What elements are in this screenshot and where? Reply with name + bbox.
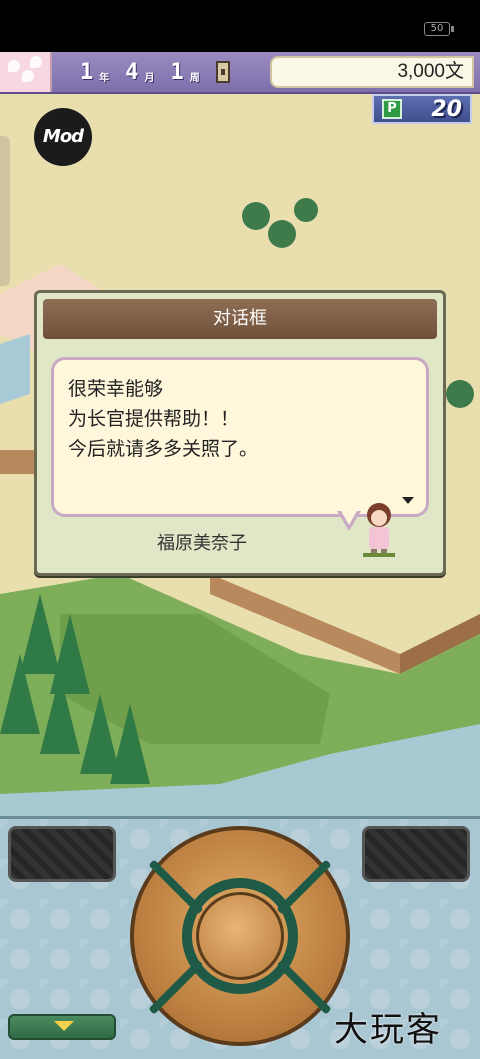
year-unit: 年 [99, 72, 110, 84]
triangle-down-icon[interactable] [402, 497, 414, 504]
month-unit: 月 [144, 72, 155, 84]
points-value: 20 [431, 96, 462, 122]
battery-level: 50 [430, 23, 444, 34]
money-display: 3,000文 [270, 56, 474, 88]
right-action-button[interactable] [362, 826, 470, 882]
speaker-portrait [363, 503, 395, 557]
dialog-title: 对话框 [43, 299, 437, 339]
status-bar: 50 [0, 0, 480, 52]
menu-toggle-button[interactable] [8, 1014, 116, 1040]
watermark-logo: 大玩客 [334, 1010, 442, 1050]
week-value: 1 [170, 59, 184, 85]
month-value: 4 [125, 59, 139, 85]
date-display: 1 年 4 月 1 周 [54, 56, 266, 88]
left-action-button[interactable] [8, 826, 116, 882]
year-value: 1 [80, 59, 94, 85]
speech-bubble-tail [337, 509, 361, 531]
speaker-name: 福原美奈子 [157, 533, 247, 554]
speech-bubble[interactable]: 很荣幸能够 为长官提供帮助！！ 今后就请多多关照了。 [51, 357, 429, 517]
points-display: P 20 [372, 94, 472, 124]
mod-button[interactable]: Mod [34, 108, 92, 166]
p-points-icon: P [382, 99, 402, 119]
sakura-season-icon [0, 52, 52, 92]
side-handle[interactable] [0, 136, 10, 286]
dialog-text: 很荣幸能够 为长官提供帮助！！ 今后就请多多关照了。 [68, 378, 259, 460]
battery-icon: 50 [424, 22, 454, 36]
week-unit: 周 [189, 72, 200, 84]
lantern-icon[interactable] [215, 61, 230, 83]
dialog-box[interactable]: 对话框 很荣幸能够 为长官提供帮助！！ 今后就请多多关照了。 福原美奈子 [34, 290, 446, 576]
dpad-center-button[interactable] [196, 892, 284, 980]
